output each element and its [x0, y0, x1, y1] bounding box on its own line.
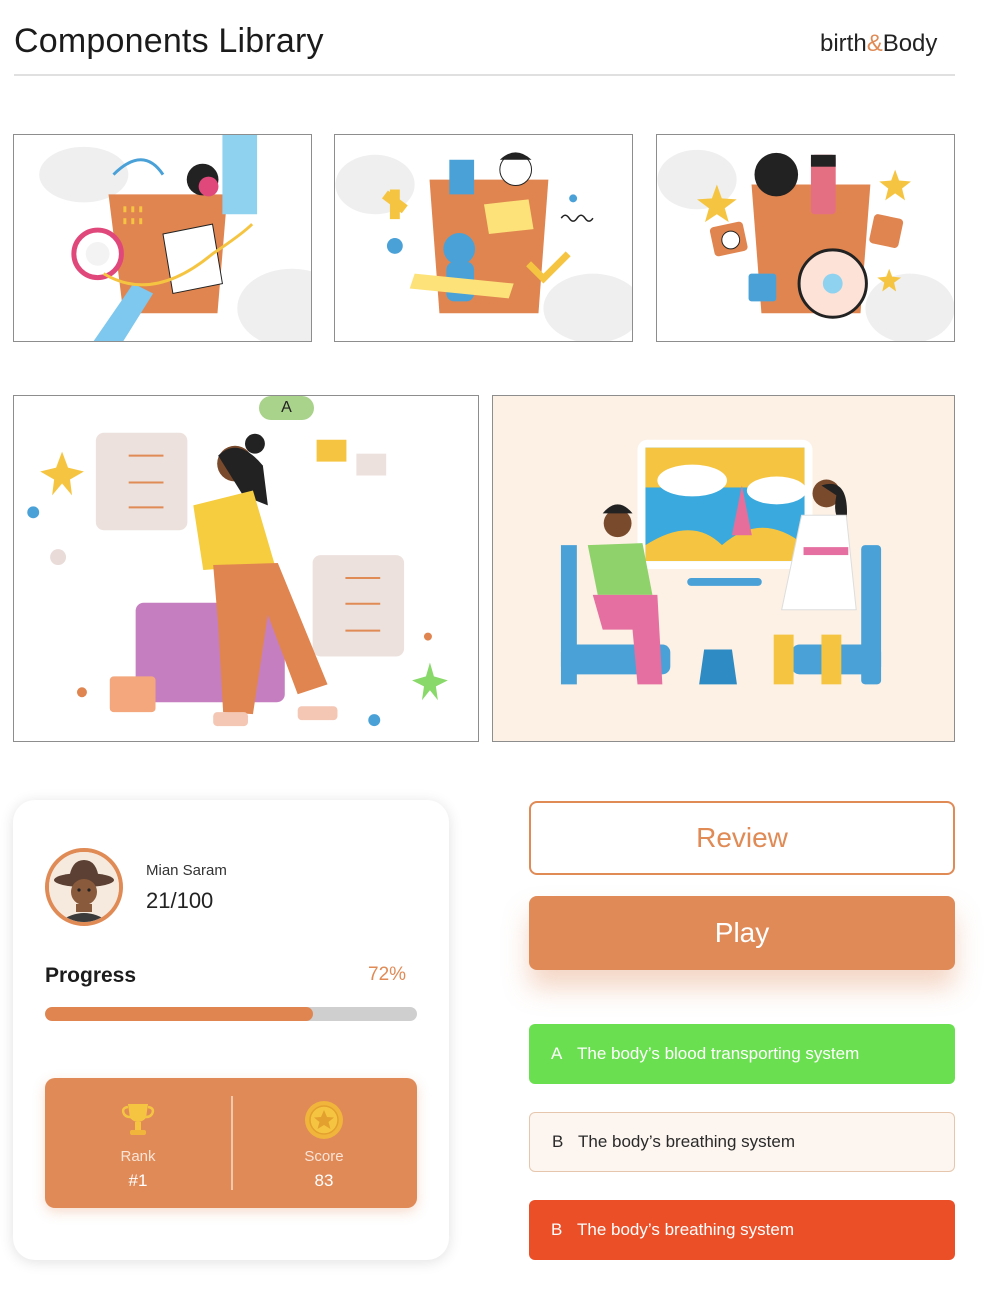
beauty-bag-illustration	[657, 149, 954, 341]
score-stat: Score 83	[231, 1098, 417, 1191]
score-label: Score	[304, 1148, 344, 1165]
option-letter: B	[552, 1132, 564, 1151]
user-score: 21/100	[146, 888, 214, 913]
illustration-card-beauty-bag[interactable]	[656, 134, 955, 342]
illustration-card-thinking-woman[interactable]: A	[13, 395, 479, 742]
illustration-card-medical-bag[interactable]	[13, 134, 312, 342]
option-letter: B	[551, 1220, 563, 1239]
user-avatar[interactable]	[45, 848, 123, 926]
user-name: Mian Saram	[146, 862, 227, 879]
play-button[interactable]: Play	[529, 896, 955, 970]
brand-logo: birth&Body	[820, 30, 937, 58]
avatar-illustration	[49, 852, 119, 922]
option-letter: A	[551, 1044, 563, 1063]
logo-right: Body	[882, 30, 938, 57]
toys-bag-illustration	[335, 152, 632, 341]
option-text: The body’s breathing system	[578, 1132, 796, 1151]
trophy-icon	[116, 1098, 160, 1142]
profile-card: Mian Saram 21/100 Progress 72% Rank #1 S…	[13, 800, 449, 1260]
thinking-woman-illustration	[27, 432, 448, 727]
medical-bag-illustration	[39, 135, 311, 341]
therapy-session-illustration	[560, 439, 882, 685]
answer-badge: A	[259, 396, 314, 420]
rank-stat: Rank #1	[45, 1098, 231, 1191]
progress-percent: 72%	[368, 964, 407, 985]
answer-option-correct[interactable]: A The body’s blood transporting system	[529, 1024, 955, 1084]
logo-left: birth	[820, 30, 867, 57]
star-coin-icon	[302, 1098, 346, 1142]
illustration-card-toys-bag[interactable]	[334, 134, 633, 342]
progress-label: Progress	[45, 964, 137, 987]
option-text: The body’s blood transporting system	[577, 1044, 860, 1063]
illustration-card-therapy-session[interactable]	[492, 395, 955, 742]
option-text: The body’s breathing system	[577, 1220, 795, 1239]
answer-option-wrong[interactable]: B The body’s breathing system	[529, 1200, 955, 1260]
stats-panel: Rank #1 Score 83	[45, 1078, 417, 1208]
rank-value: #1	[128, 1171, 148, 1190]
progress-bar-fill	[45, 1007, 313, 1021]
page-title: Components Library	[14, 22, 324, 60]
answer-option-neutral[interactable]: B The body’s breathing system	[529, 1112, 955, 1172]
logo-amp: &	[866, 30, 883, 57]
score-value: 83	[314, 1171, 334, 1190]
review-button[interactable]: Review	[529, 801, 955, 875]
progress-bar	[45, 1007, 417, 1021]
rank-label: Rank	[120, 1148, 156, 1165]
header-divider	[14, 74, 955, 76]
